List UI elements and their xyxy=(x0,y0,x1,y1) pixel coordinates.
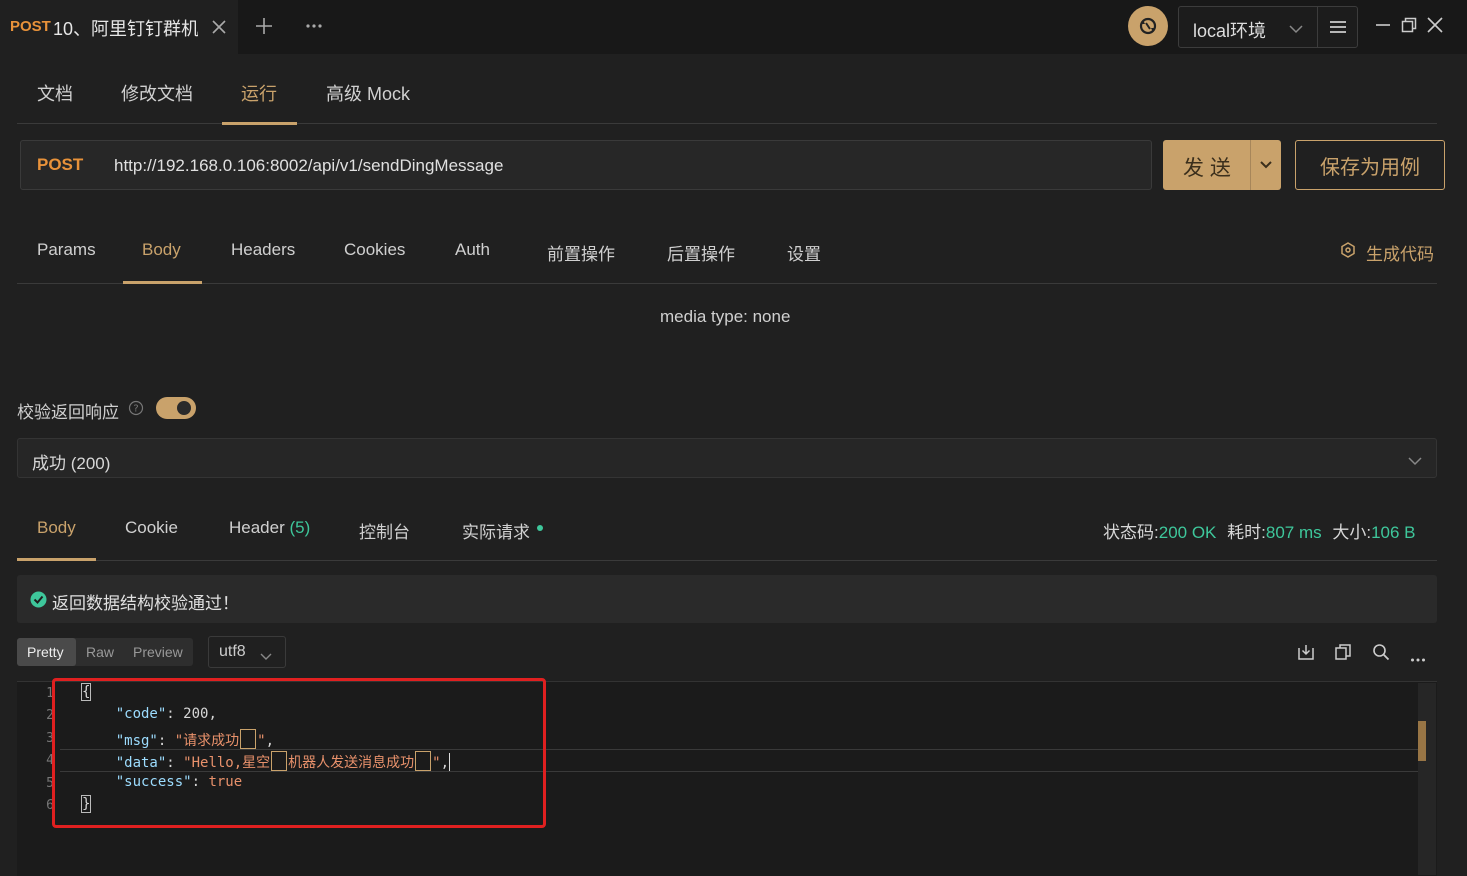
help-icon[interactable]: ? xyxy=(128,400,144,421)
save-as-case-button[interactable]: 保存为用例 xyxy=(1295,140,1445,190)
tab-response-header[interactable]: Header (5) xyxy=(229,518,310,538)
status-label: 状态码: xyxy=(1103,523,1159,542)
svg-text:?: ? xyxy=(133,404,138,415)
tab-pre-processors[interactable]: 前置操作 xyxy=(547,240,615,265)
close-icon[interactable] xyxy=(208,16,230,38)
response-stats: 状态码:200 OK 耗时:807 ms 大小:106 B xyxy=(1103,518,1416,543)
close-window-icon[interactable] xyxy=(1424,14,1446,36)
tab-body[interactable]: Body xyxy=(142,240,181,260)
size-label: 大小: xyxy=(1332,523,1372,542)
tab-run[interactable]: 运行 xyxy=(241,80,277,106)
send-button[interactable]: 发 送 xyxy=(1163,140,1281,190)
editor-scrollbar[interactable] xyxy=(1418,683,1436,875)
copy-icon[interactable] xyxy=(1334,643,1352,666)
view-mode-group: Pretty Raw Preview xyxy=(17,638,193,666)
more-tabs-icon[interactable] xyxy=(302,14,326,38)
response-select-value: 成功 (200) xyxy=(32,454,111,473)
scrollbar-marker xyxy=(1418,721,1426,761)
view-mode-raw[interactable]: Raw xyxy=(86,644,114,660)
tab-edit-docs[interactable]: 修改文档 xyxy=(121,80,193,106)
method-selector[interactable]: POST xyxy=(37,155,83,175)
media-type-text: media type: none xyxy=(660,307,791,326)
environment-select[interactable]: local环境 xyxy=(1178,6,1358,48)
status-value: 200 OK xyxy=(1158,523,1217,542)
validate-toggle[interactable] xyxy=(156,397,196,419)
chevron-down-icon xyxy=(1289,21,1303,39)
validation-banner: 返回数据结构校验通过！ xyxy=(17,575,1437,623)
view-mode-pretty[interactable]: Pretty xyxy=(27,644,64,660)
tab-cookies[interactable]: Cookies xyxy=(344,240,405,260)
tab-advanced-mock[interactable]: 高级 Mock xyxy=(326,80,410,106)
tab-response-cookie[interactable]: Cookie xyxy=(125,518,178,538)
tab-method: POST xyxy=(10,18,51,35)
encoding-value: utf8 xyxy=(219,643,246,660)
tab-params[interactable]: Params xyxy=(37,240,96,260)
send-options-chevron-icon[interactable] xyxy=(1251,140,1281,190)
add-tab-icon[interactable] xyxy=(252,14,276,38)
view-mode-preview[interactable]: Preview xyxy=(133,644,183,660)
sync-icon[interactable] xyxy=(1128,6,1168,46)
tab-console[interactable]: 控制台 xyxy=(359,518,410,543)
environment-label: local环境 xyxy=(1193,21,1267,41)
url-bar[interactable]: POST http://192.168.0.106:8002/api/v1/se… xyxy=(20,140,1152,190)
tab-docs[interactable]: 文档 xyxy=(37,80,73,106)
toggle-knob xyxy=(177,401,191,415)
tab-response-body[interactable]: Body xyxy=(37,518,76,538)
header-count: (5) xyxy=(289,518,311,537)
header-label: Header xyxy=(229,518,285,537)
active-tab-indicator xyxy=(222,122,297,125)
code-generate-icon xyxy=(1340,242,1356,263)
url-input[interactable]: http://192.168.0.106:8002/api/v1/sendDin… xyxy=(114,156,503,176)
generate-code-link[interactable]: 生成代码 xyxy=(1366,240,1434,265)
validate-response-label: 校验返回响应 xyxy=(17,403,119,422)
time-label: 耗时: xyxy=(1227,523,1266,542)
environment-menu-icon[interactable] xyxy=(1319,7,1357,47)
time-value: 807 ms xyxy=(1265,523,1322,542)
search-icon[interactable] xyxy=(1372,643,1390,666)
divider xyxy=(17,560,1437,561)
encoding-select[interactable]: utf8 xyxy=(208,636,286,668)
actual-request-dot xyxy=(537,525,543,531)
active-tab-indicator xyxy=(17,558,96,561)
request-tab[interactable]: POST 10、阿里钉钉群机器人 xyxy=(0,0,238,54)
response-select[interactable]: 成功 (200) xyxy=(17,438,1437,478)
more-icon[interactable] xyxy=(1410,650,1426,668)
tab-post-processors[interactable]: 后置操作 xyxy=(667,240,735,265)
restore-icon[interactable] xyxy=(1398,14,1420,36)
download-icon[interactable] xyxy=(1297,643,1315,666)
size-value: 106 B xyxy=(1371,523,1416,542)
tab-actual-request[interactable]: 实际请求 xyxy=(462,518,530,543)
annotation-highlight-box xyxy=(52,678,546,828)
active-tab-indicator xyxy=(123,281,202,284)
check-circle-icon xyxy=(30,591,47,613)
tab-title: 10、阿里钉钉群机器人 xyxy=(53,19,198,39)
divider xyxy=(17,283,1437,284)
tab-auth[interactable]: Auth xyxy=(455,240,490,260)
tab-headers[interactable]: Headers xyxy=(231,240,295,260)
chevron-down-icon xyxy=(1408,453,1422,471)
tab-settings[interactable]: 设置 xyxy=(787,240,821,265)
divider xyxy=(1317,7,1318,47)
validation-message: 返回数据结构校验通过！ xyxy=(52,594,239,613)
chevron-down-icon xyxy=(260,648,272,666)
send-label: 发 送 xyxy=(1183,157,1231,180)
minimize-icon[interactable] xyxy=(1372,14,1394,36)
